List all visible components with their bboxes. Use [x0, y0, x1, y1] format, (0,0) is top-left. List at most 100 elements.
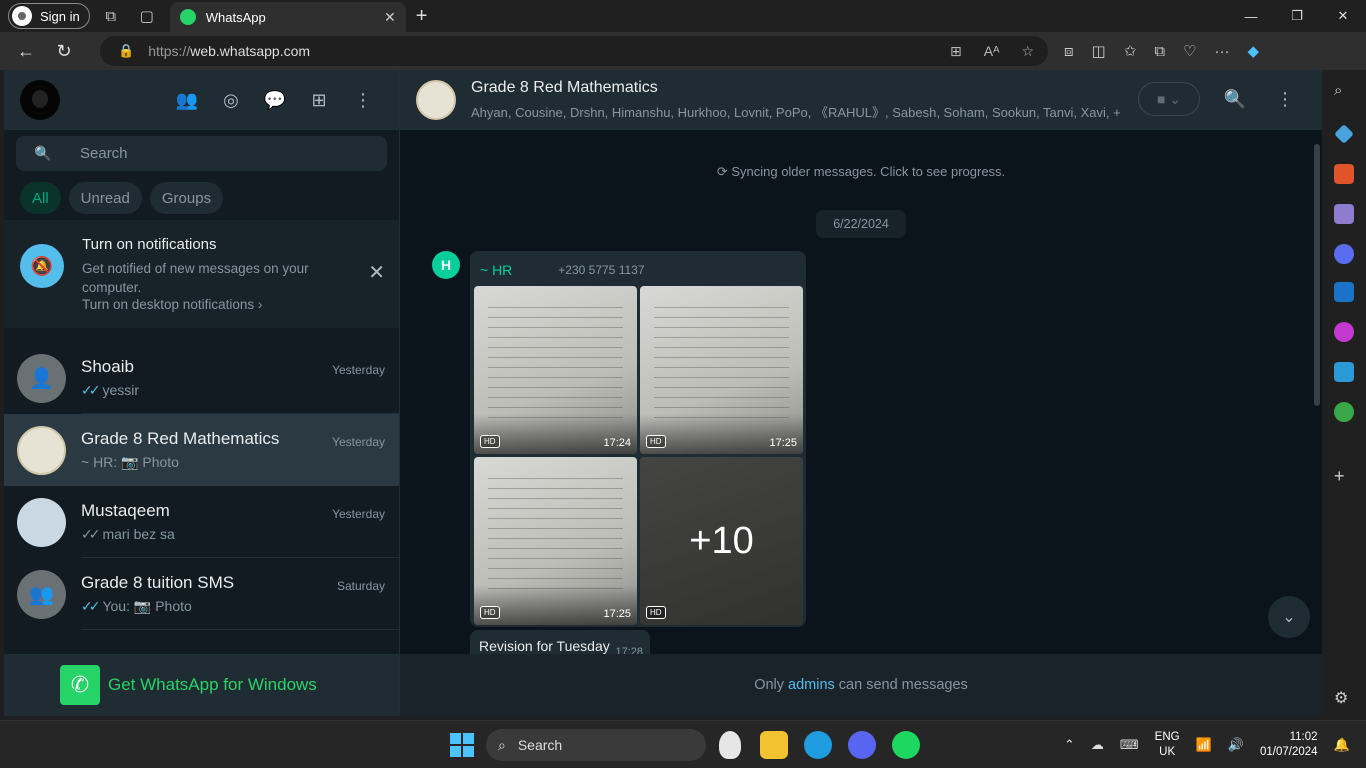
photo-thumbnail[interactable]: HD 17:25 — [640, 286, 803, 454]
volume-icon[interactable]: 🔊 — [1228, 737, 1244, 753]
cloud-icon[interactable]: ☁ — [1091, 737, 1104, 753]
shopping-icon[interactable] — [1334, 124, 1354, 144]
enable-notifications-link[interactable]: Turn on desktop notifications › — [82, 297, 332, 312]
avatar: 👤 — [17, 353, 66, 403]
sync-status[interactable]: ⟳ Syncing older messages. Click to see p… — [400, 164, 1322, 180]
filter-all[interactable]: All — [20, 182, 61, 214]
lang-code: ENG — [1154, 731, 1180, 743]
my-avatar[interactable] — [20, 80, 60, 120]
notification-bell-icon[interactable]: 🔔 — [1334, 737, 1350, 753]
wifi-icon[interactable]: 📶 — [1196, 737, 1212, 753]
edge-icon[interactable] — [804, 731, 832, 759]
close-icon[interactable]: ✕ — [368, 260, 385, 285]
group-avatar[interactable] — [416, 80, 456, 120]
keyboard-icon[interactable]: ⌨ — [1120, 737, 1139, 753]
filter-unread[interactable]: Unread — [68, 182, 142, 214]
tree-icon[interactable] — [1334, 402, 1354, 422]
menu-icon[interactable]: ⋮ — [1270, 89, 1300, 110]
favorite-star-icon[interactable]: ☆ — [1021, 43, 1034, 60]
language-indicator[interactable]: ENG UK — [1155, 730, 1180, 760]
games-icon[interactable] — [1334, 204, 1354, 224]
split-screen-icon[interactable]: ◫ — [1092, 42, 1106, 60]
spotify-icon[interactable] — [892, 731, 920, 759]
left-header: 👥 ◎ 💬 ⊞ ⋮ — [4, 70, 399, 130]
collections-icon[interactable]: ⧉ — [1154, 43, 1165, 60]
get-whatsapp-windows-banner[interactable]: ✆ Get WhatsApp for Windows — [4, 654, 399, 716]
conversation-header[interactable]: Grade 8 Red Mathematics Ahyan, Cousine, … — [400, 70, 1322, 130]
copilot-icon[interactable]: ◆ — [1247, 42, 1259, 60]
sender-avatar[interactable]: H — [432, 251, 460, 279]
taskbar-search[interactable]: ⌕ Search — [486, 729, 706, 761]
discord-icon[interactable] — [848, 731, 876, 759]
extensions-icon[interactable]: ⧈ — [1064, 43, 1074, 60]
chat-item-mustaqeem[interactable]: Mustaqeem Yesterday ✓✓ mari bez sa — [4, 486, 399, 558]
photo-time: 17:25 — [769, 437, 797, 449]
send-icon[interactable] — [1334, 362, 1354, 382]
settings-gear-icon[interactable]: ⚙ — [1334, 688, 1354, 708]
filter-chips: All Unread Groups — [4, 171, 399, 221]
chevron-up-icon[interactable]: ⌃ — [1064, 737, 1075, 753]
search-input[interactable] — [80, 145, 360, 162]
clock-date: 01/07/2024 — [1259, 746, 1318, 758]
performance-icon[interactable]: ♡ — [1183, 42, 1196, 60]
group-avatar-icon: 👥 — [17, 569, 66, 619]
chat-preview: yessir — [102, 382, 140, 398]
close-tab-icon[interactable]: ✕ — [384, 9, 396, 26]
photo-thumbnail[interactable]: HD 17:25 — [474, 457, 637, 625]
more-photos-thumbnail[interactable]: +10 HD — [640, 457, 803, 625]
sender-name[interactable]: ~ HR — [480, 262, 512, 278]
taskbar-search-label: Search — [517, 737, 563, 753]
tab-actions-icon[interactable]: ▢ — [132, 2, 162, 30]
back-icon[interactable]: ← — [8, 35, 44, 67]
caption-text: Revision for Tuesday — [479, 638, 610, 654]
copilot-sidebar-icon[interactable] — [1334, 244, 1354, 264]
filter-groups[interactable]: Groups — [149, 182, 224, 214]
hd-badge: HD — [480, 435, 500, 448]
video-call-button[interactable]: ■ ⌄ — [1138, 82, 1200, 116]
minimize-icon[interactable]: — — [1228, 0, 1274, 32]
chat-time: Yesterday — [332, 435, 385, 449]
favorites-icon[interactable]: ✩ — [1124, 42, 1137, 60]
add-sidebar-icon[interactable]: + — [1334, 466, 1354, 486]
search-icon: 🔍 — [34, 145, 52, 161]
communities-icon[interactable]: 👥 — [167, 80, 207, 120]
menu-icon[interactable]: ⋮ — [343, 80, 383, 120]
address-bar[interactable]: 🔒 https://web.whatsapp.com ⊞ Aᴬ ☆ — [100, 36, 1048, 66]
sign-in-button[interactable]: Sign in — [8, 3, 90, 29]
start-icon[interactable] — [450, 733, 474, 757]
read-aloud-icon[interactable]: Aᴬ — [984, 43, 1000, 59]
admins-link[interactable]: admins — [788, 677, 835, 693]
message-scrollbar[interactable] — [1314, 144, 1320, 406]
tools-icon[interactable] — [1334, 164, 1354, 184]
clock[interactable]: 11:02 01/07/2024 — [1260, 730, 1318, 760]
search-icon[interactable]: ⌕ — [1334, 82, 1354, 102]
chat-time: Saturday — [336, 579, 385, 593]
file-explorer-icon[interactable] — [760, 731, 788, 759]
photo-thumbnail[interactable]: HD 17:24 — [474, 286, 637, 454]
outlook-icon[interactable] — [1334, 282, 1354, 302]
chat-item-grade-8-tuition-sms[interactable]: 👥 Grade 8 tuition SMS Saturday ✓✓ You: 📷 … — [4, 558, 399, 630]
get-whatsapp-label: Get WhatsApp for Windows — [108, 675, 317, 694]
chat-item-grade-8-red-mathematics[interactable]: Grade 8 Red Mathematics Yesterday ~ HR: … — [4, 414, 399, 486]
new-tab-icon[interactable]: + — [416, 5, 428, 28]
search-icon[interactable]: 🔍 — [1220, 89, 1250, 110]
chat-item-shoaib[interactable]: 👤 Shoaib Yesterday ✓✓ yessir — [4, 342, 399, 414]
new-chat-icon[interactable]: ⊞ — [299, 80, 339, 120]
more-menu-icon[interactable]: ··· — [1214, 43, 1229, 60]
workspaces-icon[interactable]: ⧉ — [96, 2, 126, 30]
clock-time: 11:02 — [1289, 731, 1318, 743]
app-available-icon[interactable]: ⊞ — [950, 43, 962, 60]
tab-whatsapp[interactable]: WhatsApp ✕ — [169, 2, 406, 32]
search-box[interactable]: 🔍 — [16, 136, 387, 171]
scroll-down-button[interactable]: ⌄ — [1268, 596, 1310, 638]
restore-icon[interactable]: ❐ — [1274, 0, 1320, 32]
chat-time: Yesterday — [332, 363, 385, 377]
channels-icon[interactable]: 💬 — [255, 80, 295, 120]
status-icon[interactable]: ◎ — [211, 80, 251, 120]
refresh-icon[interactable]: ↻ — [46, 35, 82, 67]
close-window-icon[interactable]: ✕ — [1320, 0, 1366, 32]
lang-region: UK — [1159, 746, 1176, 758]
designer-icon[interactable] — [1334, 322, 1354, 342]
mouse-app-icon[interactable] — [719, 731, 741, 759]
url-host: web.whatsapp.com — [190, 43, 311, 59]
